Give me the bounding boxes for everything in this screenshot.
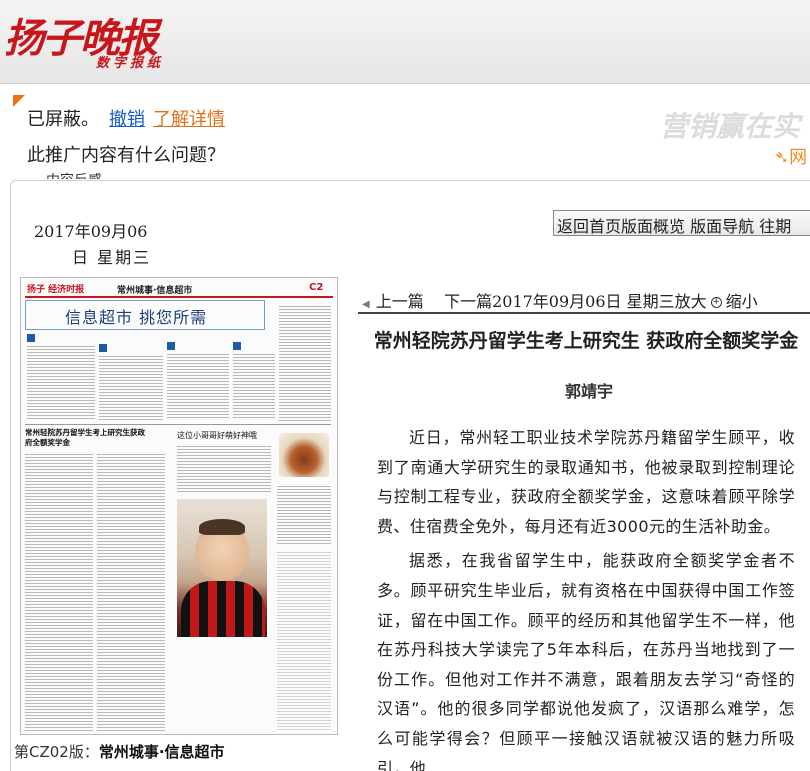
ad-feedback-option[interactable]: 内容反感 xyxy=(46,170,102,179)
thumb-story-title[interactable]: 常州轻院苏丹留学生考上研究生获政府全额奖学金 xyxy=(25,428,145,448)
ad-feedback-question: 此推广内容有什么问题？ xyxy=(27,145,225,166)
article-navigation: ◀ 上一篇 下一篇2017年09月06日 星期三放大 + 缩小 xyxy=(362,288,758,312)
thumb-brand: 扬子 经济时报 xyxy=(27,285,85,295)
page-caption[interactable]: 第CZ02版：常州城事·信息超市 xyxy=(14,741,225,762)
thumb-header-rule xyxy=(25,296,333,298)
thumb-text-block xyxy=(99,354,163,420)
ad-corner-marker xyxy=(13,95,25,107)
food-photo[interactable] xyxy=(279,433,329,477)
thumb-block-marker xyxy=(99,344,107,352)
nav-archive[interactable]: 往期 xyxy=(759,217,791,236)
thumb-block-marker xyxy=(233,342,241,350)
zoom-out-button[interactable]: 缩小 xyxy=(726,292,758,311)
ad-brand-watermark: 营销赢在实 xyxy=(660,110,801,143)
zoom-in-button[interactable]: 放大 xyxy=(675,292,707,311)
next-article-link[interactable]: 下一篇 xyxy=(444,292,492,311)
thumb-block-marker xyxy=(27,334,35,342)
newspaper-logo-subtitle: 数字报纸 xyxy=(96,56,165,71)
page-caption-section: 常州城事·信息超市 xyxy=(98,743,225,761)
undo-link[interactable]: 撤销 xyxy=(109,109,145,130)
article-paragraph: 近日，常州轻工职业技术学院苏丹籍留学生顾平，收到了南通大学研究生的录取通知书，他… xyxy=(377,428,795,536)
zoom-in-icon[interactable]: + xyxy=(710,297,722,308)
left-arrow-icon: ◀ xyxy=(362,299,370,310)
ad-blocked-text: 已屏蔽。 xyxy=(27,109,99,130)
thumb-page-number: C2 xyxy=(309,282,324,293)
thumb-photo-text xyxy=(177,444,271,494)
thumb-photo-title[interactable]: 这位小哥哥好萌好神哦 xyxy=(177,430,257,441)
thumb-text-block xyxy=(233,352,275,420)
issue-weekday: 日 星期三 xyxy=(72,248,152,267)
article-paragraph: 据悉，在我省留学生中，能获政府全额奖学金者不多。顾平研究生毕业后，就有资格在中国… xyxy=(377,551,795,771)
issue-date: 2017年09月06 xyxy=(34,222,148,241)
prev-article-link[interactable]: 上一篇 xyxy=(376,292,424,311)
thumb-story-text xyxy=(97,452,165,732)
article-title: 常州轻院苏丹留学生考上研究生 获政府全额奖学金 xyxy=(373,330,799,352)
newspaper-page-thumbnail[interactable]: 扬子 经济时报 常州城事·信息超市 C2 信息超市 挑您所需 常州轻院苏丹留学生… xyxy=(20,277,338,735)
nav-page-navigation[interactable]: 版面导航 xyxy=(690,217,754,236)
thumb-text-block xyxy=(279,304,331,422)
nav-overview[interactable]: 版面概览 xyxy=(621,217,685,236)
baby-photo[interactable] xyxy=(177,499,267,637)
article-body: 近日，常州轻工职业技术学院苏丹籍留学生顾平，收到了南通大学研究生的录取通知书，他… xyxy=(377,423,795,771)
thumb-section: 常州城事·信息超市 xyxy=(117,286,193,296)
thumb-text-block xyxy=(167,352,229,420)
learn-more-link[interactable]: 了解详情 xyxy=(153,109,225,130)
thumb-text-block xyxy=(27,344,95,420)
thumb-title: 信息超市 挑您所需 xyxy=(65,308,208,327)
thumb-story-text xyxy=(25,452,93,732)
thumb-block-marker xyxy=(167,342,175,350)
nav-home[interactable]: 返回首页 xyxy=(557,217,621,236)
bird-icon: ➴ xyxy=(774,147,790,168)
article-date: 2017年09月06日 星期三 xyxy=(492,292,675,311)
ad-brand-badge[interactable]: ➴网 xyxy=(774,143,807,169)
article-divider xyxy=(358,312,810,314)
blocked-ad-panel: 已屏蔽。撤销了解详情 此推广内容有什么问题？ 内容反感 营销赢在实 ➴网 xyxy=(10,91,810,179)
ad-blocked-line: 已屏蔽。 撤销 了解详情 xyxy=(27,105,225,131)
ad-brand-tail: 网 xyxy=(789,147,808,168)
masthead: 扬子晚报 数字报纸 xyxy=(0,0,810,84)
top-navigation: 返回首页版面概览 版面导航 往期 xyxy=(553,210,810,236)
article-author: 郭靖宇 xyxy=(564,382,613,401)
thumb-text-block xyxy=(277,550,331,730)
thumb-divider xyxy=(25,424,331,425)
thumb-text-block xyxy=(277,484,331,544)
page-caption-label: 第CZ02版： xyxy=(14,743,99,761)
